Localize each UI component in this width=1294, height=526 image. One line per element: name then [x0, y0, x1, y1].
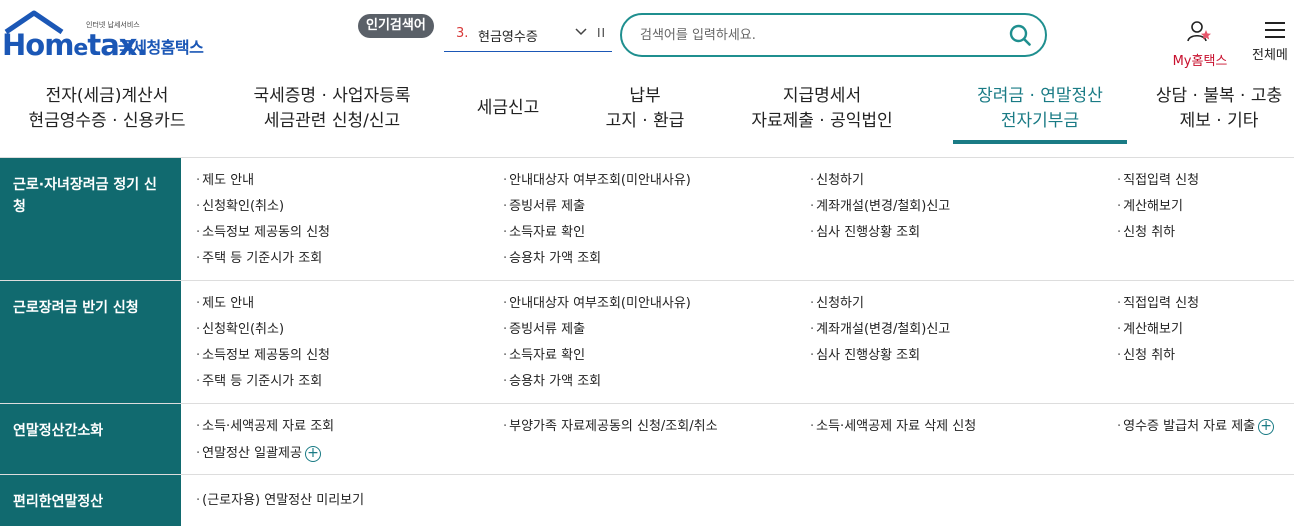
list-item[interactable]: · 신청확인(취소)	[196, 195, 284, 214]
chevron-down-icon[interactable]	[574, 24, 588, 42]
list-item[interactable]: · 승용차 가액 조회	[503, 247, 601, 266]
active-tab-underline	[953, 140, 1127, 144]
list-item[interactable]: · 부양가족 자료제공동의 신청/조회/취소	[503, 415, 718, 434]
popular-rank: 3.	[456, 26, 469, 41]
list-item[interactable]: · 소득정보 제공동의 신청	[196, 344, 330, 363]
list-item[interactable]: · 신청확인(취소)	[196, 318, 284, 337]
gnb-item-e-invoice[interactable]: 전자(세금)계산서 현금영수증 · 신용카드	[22, 84, 192, 134]
pause-icon[interactable]: II	[597, 26, 606, 40]
all-menu-button[interactable]: 전체메	[1252, 22, 1294, 63]
my-hometax-button[interactable]: My홈택스	[1166, 20, 1234, 69]
popular-text[interactable]: 현금영수증	[478, 26, 538, 45]
list-item[interactable]: · 연말정산 일괄제공 +	[196, 442, 321, 462]
list-item[interactable]: · 소득·세액공제 자료 조회	[196, 415, 334, 434]
popular-search-label: 인기검색어	[358, 14, 434, 38]
list-item[interactable]: · 계산해보기	[1117, 195, 1183, 214]
gnb-item-certificates[interactable]: 국세증명 · 사업자등록 세금관련 신청/신고	[243, 84, 421, 134]
section-title[interactable]: 근로장려금 반기 신청	[0, 281, 181, 403]
plus-circle-icon[interactable]: +	[1258, 418, 1275, 435]
list-item[interactable]: · 직접입력 신청	[1117, 169, 1199, 188]
search-icon[interactable]	[1009, 24, 1031, 46]
search-input[interactable]	[640, 25, 1000, 45]
list-item[interactable]: · 주택 등 기준시가 조회	[196, 370, 322, 389]
list-item[interactable]: · 소득·세액공제 자료 삭제 신청	[810, 415, 976, 434]
section-row: 편리한연말정산 · (근로자용) 연말정산 미리보기	[0, 475, 1294, 526]
list-item[interactable]: · 영수증 발급처 자료 제출 +	[1117, 415, 1275, 435]
list-item[interactable]: · 신청 취하	[1117, 221, 1175, 240]
list-item[interactable]: · 심사 진행상황 조회	[810, 221, 920, 240]
list-item[interactable]: · 안내대상자 여부조회(미안내사유)	[503, 292, 691, 311]
gnb-item-incentive-yearend[interactable]: 장려금 · 연말정산 전자기부금	[953, 84, 1127, 144]
list-item[interactable]: · 계좌개설(변경/철회)신고	[810, 318, 950, 337]
list-item[interactable]: · 신청 취하	[1117, 344, 1175, 363]
user-star-icon	[1187, 21, 1211, 42]
list-item[interactable]: · 증빙서류 제출	[503, 195, 585, 214]
list-item[interactable]: · 승용차 가액 조회	[503, 370, 601, 389]
list-item[interactable]: · 직접입력 신청	[1117, 292, 1199, 311]
search-box	[620, 13, 1047, 57]
section-row: 근로·자녀장려금 정기 신청 · 제도 안내 · 안내대상자 여부조회(미안내사유)…	[0, 158, 1294, 281]
section-title[interactable]: 연말정산간소화	[0, 404, 181, 474]
gnb-item-payment[interactable]: 납부 고지 · 환급	[595, 84, 695, 134]
popular-search-item[interactable]: 3. 현금영수증 II	[444, 22, 612, 52]
list-item[interactable]: · 안내대상자 여부조회(미안내사유)	[503, 169, 691, 188]
list-item[interactable]: · 주택 등 기준시가 조회	[196, 247, 322, 266]
list-item[interactable]: · 신청하기	[810, 292, 864, 311]
plus-circle-icon[interactable]: +	[304, 445, 321, 462]
list-item[interactable]: · 계산해보기	[1117, 318, 1183, 337]
list-item[interactable]: · 제도 안내	[196, 292, 254, 311]
logo-korean-name: 국세청홈택스	[118, 38, 204, 57]
my-hometax-label: My홈택스	[1172, 54, 1228, 69]
list-item[interactable]: · 증빙서류 제출	[503, 318, 585, 337]
section-title[interactable]: 근로·자녀장려금 정기 신청	[0, 158, 181, 280]
section-row: 근로장려금 반기 신청 · 제도 안내 · 안내대상자 여부조회(미안내사유) · 신…	[0, 281, 1294, 404]
all-menu-label: 전체메	[1252, 48, 1288, 63]
list-item[interactable]: · 소득자료 확인	[503, 344, 585, 363]
section-title[interactable]: 편리한연말정산	[0, 475, 181, 526]
hometax-logo[interactable]: 인터넷 납세서비스 Hometax. 국세청홈택스	[2, 10, 217, 62]
list-item[interactable]: · 계좌개설(변경/철회)신고	[810, 195, 950, 214]
list-item[interactable]: · 심사 진행상황 조회	[810, 344, 920, 363]
submenu-panel: 근로·자녀장려금 정기 신청 · 제도 안내 · 안내대상자 여부조회(미안내사유)…	[0, 158, 1294, 526]
gnb-item-consult[interactable]: 상담 · 불복 · 고충 제보 · 기타	[1146, 84, 1292, 134]
list-item[interactable]: · (근로자용) 연말정산 미리보기	[196, 489, 364, 508]
list-item[interactable]: · 신청하기	[810, 169, 864, 188]
hamburger-icon	[1265, 22, 1285, 38]
list-item[interactable]: · 제도 안내	[196, 169, 254, 188]
list-item[interactable]: · 소득자료 확인	[503, 221, 585, 240]
gnb-item-tax-filing[interactable]: 세금신고	[466, 96, 550, 121]
main-navigation: 전자(세금)계산서 현금영수증 · 신용카드 국세증명 · 사업자등록 세금관련…	[0, 72, 1294, 158]
section-row: 연말정산간소화 · 소득·세액공제 자료 조회 · 부양가족 자료제공동의 신청/조…	[0, 404, 1294, 475]
header: 인터넷 납세서비스 Hometax. 국세청홈택스 인기검색어 3. 현금영수증…	[0, 0, 1294, 72]
gnb-item-payment-statement[interactable]: 지급명세서 자료제출 · 공익법인	[740, 84, 904, 134]
list-item[interactable]: · 소득정보 제공동의 신청	[196, 221, 330, 240]
